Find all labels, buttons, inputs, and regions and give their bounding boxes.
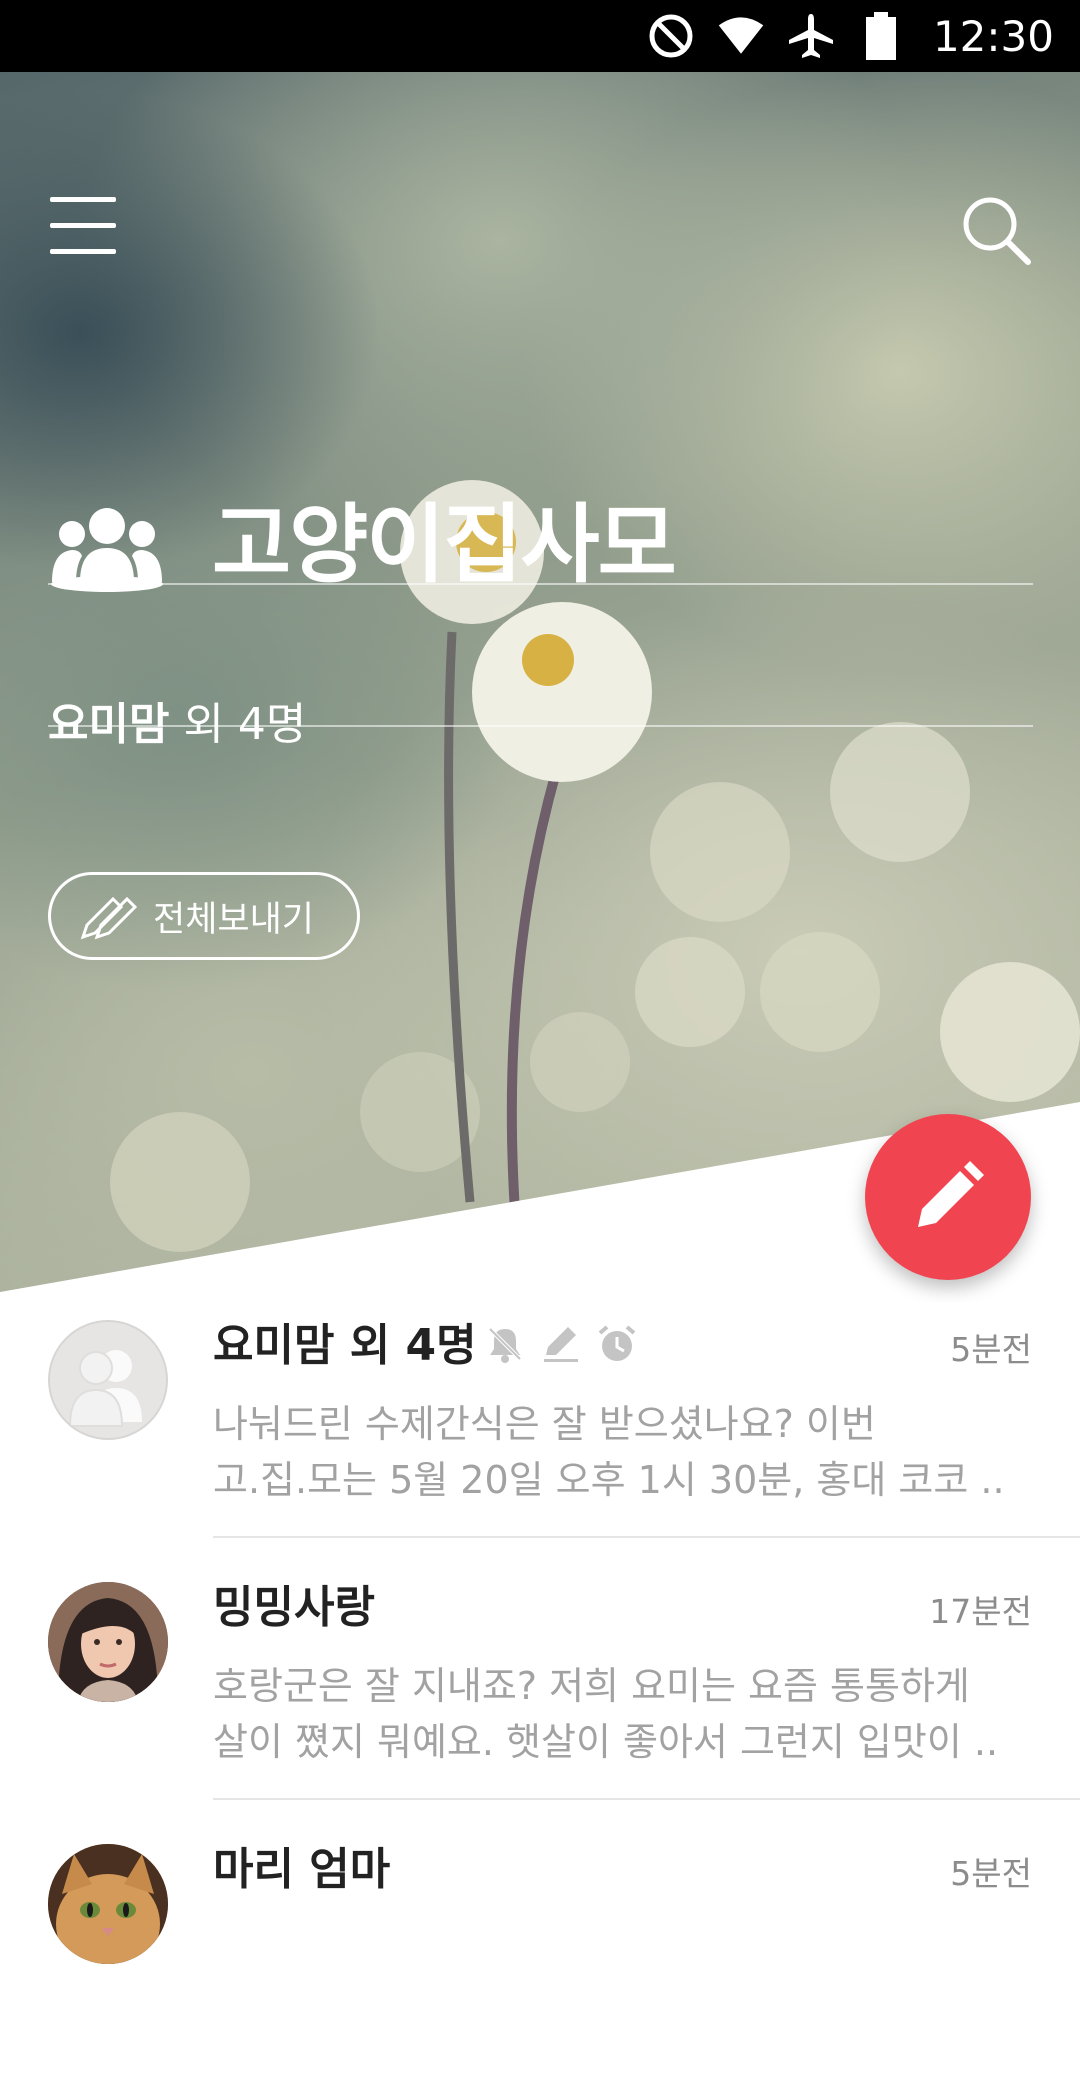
wifi-icon: [717, 12, 765, 60]
user-photo-woman: [48, 1582, 168, 1702]
conversation-time: 5분전: [950, 1854, 1032, 1893]
compose-fab[interactable]: [865, 1114, 1031, 1280]
double-pencil-icon: [80, 896, 138, 940]
hamburger-menu-icon: [50, 197, 116, 202]
divider: [48, 583, 1033, 585]
divider: [213, 1798, 1080, 1800]
search-icon: [963, 197, 1031, 265]
search-button[interactable]: [960, 194, 1032, 266]
status-time: 12:30: [932, 11, 1054, 61]
alarm-clock-icon: [597, 1324, 637, 1364]
conversation-name: 마리 엄마: [213, 1844, 391, 1895]
battery-icon: [857, 12, 905, 60]
divider: [213, 1536, 1080, 1538]
user-photo-cat: [48, 1844, 168, 1964]
conversation-time: 17분전: [929, 1592, 1032, 1631]
mute-bell-icon: [485, 1324, 525, 1364]
divider: [48, 725, 1033, 727]
do-not-disturb-icon: [647, 12, 695, 60]
group-avatar-icon: [48, 1320, 168, 1440]
menu-button[interactable]: [50, 197, 116, 254]
conversation-name: 요미맘 외 4명: [213, 1320, 477, 1371]
broadcast-all-label: 전체보내기: [153, 899, 315, 940]
group-people-icon: [51, 508, 163, 592]
conversation-status-icons: [485, 1324, 637, 1364]
broadcast-all-button[interactable]: 전체보내기: [48, 872, 360, 960]
edit-icon: [541, 1324, 581, 1364]
status-bar: 12:30: [0, 0, 1080, 72]
pencil-icon: [918, 1161, 984, 1227]
conversation-time: 5분전: [950, 1330, 1032, 1369]
conversation-item[interactable]: 마리 엄마 5분전: [0, 1826, 1080, 2088]
conversation-name: 밍밍사랑: [213, 1582, 375, 1633]
conversation-preview: 나눠드린 수제간식은 잘 받으셨나요? 이번 고.집.모는 5월 20일 오후 …: [213, 1402, 1005, 1502]
conversation-item[interactable]: 밍밍사랑 17분전 호랑군은 잘 지내죠? 저희 요미는 요즘 통통하게 살이 …: [0, 1564, 1080, 1826]
conversation-item[interactable]: 요미맘 외 4명 5분전 나눠드린 수제간식은 잘 받으셨나요? 이번 고.집.…: [0, 1302, 1080, 1564]
airplane-icon: [787, 12, 835, 60]
diagonal-divider: [0, 1102, 1080, 1302]
conversation-preview: 호랑군은 잘 지내죠? 저희 요미는 요즘 통통하게 살이 쪘지 뭐예요. 햇살…: [213, 1664, 999, 1764]
group-header-hero: 고양이집사모 요미맘 외 4명 전체보내기: [0, 72, 1080, 1302]
